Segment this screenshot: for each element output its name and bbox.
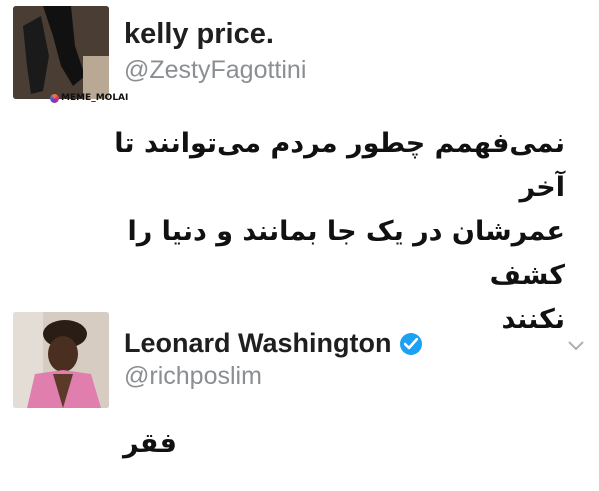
avatar[interactable] <box>13 312 109 408</box>
display-name[interactable]: kelly price. <box>124 18 274 51</box>
tweet-text: فقر <box>123 428 177 459</box>
watermark: MEME_MOLAI <box>50 93 128 103</box>
avatar[interactable] <box>13 6 109 99</box>
user-handle[interactable]: @ZestyFagottini <box>124 56 306 85</box>
watermark-text: MEME_MOLAI <box>61 93 129 103</box>
user-handle[interactable]: @richposlim <box>124 362 262 391</box>
chevron-down-icon[interactable] <box>566 338 586 352</box>
instagram-icon <box>50 93 59 103</box>
verified-badge-icon <box>400 333 422 355</box>
tweet-card-kelly: kelly price. @ZestyFagottini MEME_MOLAI … <box>0 0 599 335</box>
tweet-card-leonard: Leonard Washington @richposlim فقر <box>0 300 599 491</box>
display-name[interactable]: Leonard Washington <box>124 328 391 359</box>
